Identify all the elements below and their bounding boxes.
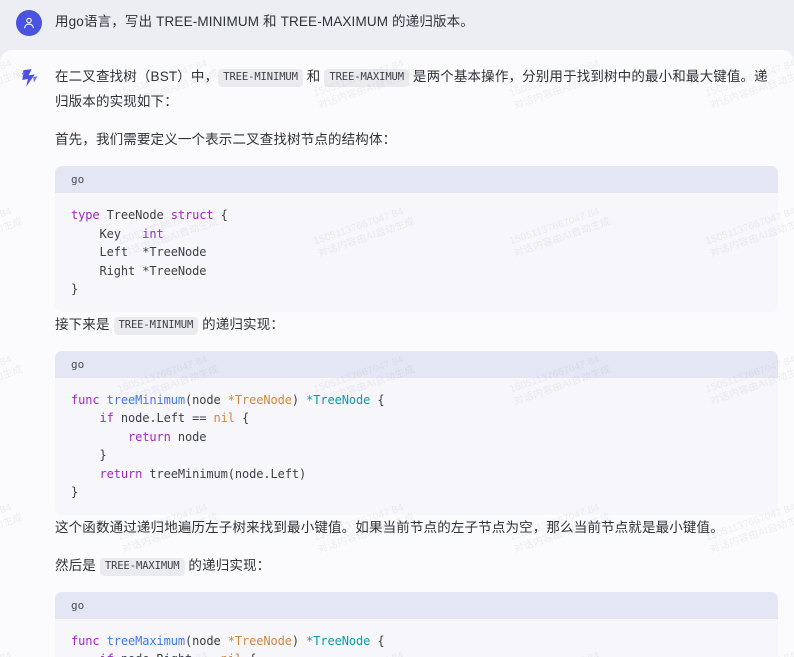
code-line: } (71, 446, 762, 465)
code-token: { (242, 652, 256, 657)
maximum-segment-1: 然后是 (55, 557, 100, 573)
code-token: return (128, 429, 178, 444)
maximum-intro-paragraph: 然后是 TREE-MAXIMUM 的递归实现： (55, 553, 778, 578)
code-token: } (71, 282, 79, 296)
code-token: { (234, 411, 250, 425)
code-line: Key int (71, 225, 762, 244)
maximum-segment-2: 的递归实现： (184, 557, 271, 573)
code-token: { (370, 633, 385, 648)
code-line: Left *TreeNode (71, 243, 762, 262)
assistant-message-row: 在二叉查找树（BST）中， TREE-MINIMUM 和 TREE-MAXIMUM… (0, 50, 794, 657)
code-token: return (99, 466, 150, 481)
code-content-3[interactable]: func treeMaximum(node *TreeNode) *TreeNo… (55, 619, 778, 657)
code-language-label-3: go (55, 591, 778, 619)
minimum-explanation-paragraph: 这个函数通过递归地遍历左子树来找到最小键值。如果当前节点的左子节点为空，那么当前… (55, 519, 724, 535)
code-token: func (71, 633, 107, 648)
code-token: struct (170, 208, 221, 222)
code-block-struct: go type TreeNode struct { Key int Left *… (55, 166, 778, 312)
code-block-tree-minimum: go func treeMinimum(node *TreeNode) *Tre… (55, 350, 778, 515)
code-line: type TreeNode struct { (71, 206, 762, 225)
user-message-row: 用go语言，写出 TREE-MINIMUM 和 TREE-MAXIMUM 的递归… (0, 0, 794, 50)
intro-segment-1: 在二叉查找树（BST）中， (55, 69, 219, 84)
code-token: if (99, 411, 121, 425)
code-block-tree-maximum: go func treeMaximum(node *TreeNode) *Tre… (55, 591, 778, 657)
code-token: { (370, 392, 385, 407)
assistant-logo-icon (16, 65, 42, 91)
inline-code-tree-maximum-2: TREE-MAXIMUM (99, 557, 185, 576)
code-token: int (142, 226, 164, 241)
code-content-1[interactable]: type TreeNode struct { Key int Left *Tre… (55, 193, 778, 312)
user-avatar-icon (16, 10, 42, 36)
code-token: Right *TreeNode (71, 263, 207, 278)
code-token: *TreeNode (227, 633, 292, 648)
code-token: } (71, 485, 79, 499)
code-token: type (71, 208, 107, 222)
code-line: func treeMinimum(node *TreeNode) *TreeNo… (71, 391, 762, 410)
code-line: if node.Right == nil { (71, 650, 762, 657)
code-token: { (220, 208, 228, 222)
inline-code-tree-minimum-2: TREE-MINIMUM (113, 316, 199, 335)
code-line: if node.Left == nil { (71, 409, 762, 428)
inline-code-tree-minimum: TREE-MINIMUM (218, 69, 303, 87)
user-message-text: 用go语言，写出 TREE-MINIMUM 和 TREE-MAXIMUM 的递归… (55, 14, 474, 29)
code-token: node.Right == (121, 652, 221, 657)
code-token: Key (71, 226, 143, 241)
minimum-intro-paragraph: 接下来是 TREE-MINIMUM 的递归实现： (55, 312, 778, 337)
code-token: treeMaximum (106, 633, 185, 648)
code-token: Left *TreeNode (71, 245, 207, 259)
assistant-intro-paragraph: 在二叉查找树（BST）中， TREE-MINIMUM 和 TREE-MAXIMUM… (55, 64, 778, 114)
code-token: node (177, 429, 207, 444)
code-line: return node (71, 428, 762, 447)
code-token: } (71, 448, 107, 462)
chat-page: 用go语言，写出 TREE-MINIMUM 和 TREE-MAXIMUM 的递归… (0, 0, 794, 657)
code-token: *TreeNode (227, 392, 292, 407)
code-token: *TreeNode (306, 392, 371, 407)
code-token: treeMinimum (106, 392, 185, 407)
code-token: node.Left == (120, 411, 214, 425)
code-token: (node (185, 392, 228, 407)
code-line: return treeMinimum(node.Left) (71, 465, 762, 484)
code-token: if (100, 652, 121, 657)
code-content-2[interactable]: func treeMinimum(node *TreeNode) *TreeNo… (55, 378, 778, 515)
code-language-label-1: go (55, 166, 778, 193)
code-line: func treeMaximum(node *TreeNode) *TreeNo… (71, 632, 762, 651)
code-token: *TreeNode (306, 633, 371, 648)
intro-segment-2: 和 (302, 69, 325, 84)
code-line: } (71, 483, 762, 502)
code-line: } (71, 280, 762, 299)
struct-intro-paragraph: 首先，我们需要定义一个表示二叉查找树节点的结构体： (55, 132, 397, 147)
code-token: ) (291, 392, 307, 407)
code-token: ) (291, 633, 307, 648)
code-token: func (71, 392, 107, 407)
assistant-message-body: 在二叉查找树（BST）中， TREE-MINIMUM 和 TREE-MAXIMUM… (55, 64, 778, 657)
code-token: nil (213, 411, 235, 425)
minimum-segment-2: 的递归实现： (198, 316, 284, 332)
inline-code-tree-maximum: TREE-MAXIMUM (324, 69, 410, 87)
code-language-label-2: go (55, 350, 778, 378)
code-token: treeMinimum(node.Left) (149, 466, 307, 481)
user-message-body: 用go语言，写出 TREE-MINIMUM 和 TREE-MAXIMUM 的递归… (55, 9, 778, 33)
code-token: TreeNode (106, 208, 171, 222)
code-token: nil (221, 652, 242, 657)
minimum-segment-1: 接下来是 (55, 316, 114, 332)
code-token: (node (185, 633, 228, 648)
code-line: Right *TreeNode (71, 262, 762, 281)
